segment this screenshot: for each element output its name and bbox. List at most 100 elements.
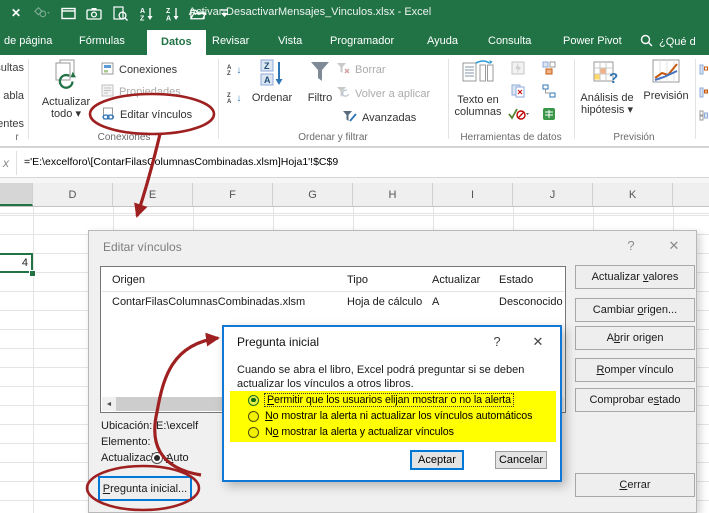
tab-vista[interactable]: Vista <box>278 35 302 47</box>
column-header-selected[interactable] <box>0 183 33 206</box>
camera-icon[interactable] <box>86 5 102 21</box>
tab-ayuda[interactable]: Ayuda <box>427 35 458 47</box>
clipped-label-1: sultas <box>0 62 24 74</box>
link-row-estado[interactable]: Desconocido <box>499 296 563 308</box>
column-header-k[interactable]: K <box>593 183 673 206</box>
reapply-filter-button[interactable]: Volver a aplicar <box>336 86 430 102</box>
filter-button[interactable]: Filtro <box>300 59 340 104</box>
text-to-columns-label-2: columnas <box>454 106 502 118</box>
fill-handle[interactable] <box>29 270 36 277</box>
consolidate-icon[interactable] <box>542 61 556 80</box>
flash-fill-icon[interactable] <box>511 61 525 80</box>
column-header-h[interactable]: H <box>353 183 433 206</box>
excel-window: ✕ AZ ZA Activar-DesactivarMensajes_Vincu… <box>0 0 709 513</box>
close-dialog-button[interactable]: Cerrar <box>575 473 695 497</box>
what-if-analysis-icon: ? <box>578 59 636 90</box>
outline-subtotal-icon[interactable] <box>699 108 708 126</box>
startup-prompt-button[interactable]: Pregunta inicial... <box>98 476 192 501</box>
svg-text:Z: Z <box>140 15 145 21</box>
shapes-icon[interactable] <box>34 5 50 21</box>
check-status-button[interactable]: Comprobar estado <box>575 388 695 412</box>
sort-za-button[interactable]: Z A ↓ <box>227 91 241 107</box>
reapply-filter-icon <box>336 86 350 102</box>
tab-consulta[interactable]: Consulta <box>488 35 531 47</box>
edit-links-icon <box>101 107 115 124</box>
edit-links-title: Editar vínculos <box>103 240 182 254</box>
option-let-users-choose[interactable]: Permitir que los usuarios elijan mostrar… <box>248 393 514 407</box>
what-if-button[interactable]: ? Análisis de hipótesis ▾ <box>578 59 636 116</box>
outline-group-icon[interactable] <box>699 62 708 80</box>
sort-icon: Z A <box>248 59 296 90</box>
outline-ungroup-icon[interactable] <box>699 85 708 103</box>
advanced-filter-icon <box>342 110 357 126</box>
radio-icon[interactable] <box>248 410 259 422</box>
fx-icon: x <box>3 156 9 170</box>
properties-button[interactable]: Propiedades <box>101 84 181 100</box>
link-row-actualizar[interactable]: A <box>432 296 439 308</box>
column-header-partial[interactable] <box>673 183 709 206</box>
break-link-button[interactable]: Romper vínculo <box>575 358 695 382</box>
auto-update-label: Auto <box>166 452 189 464</box>
sort-button[interactable]: Z A Ordenar <box>248 59 296 104</box>
forecast-sheet-button[interactable]: Previsión <box>640 59 692 102</box>
location-label: Ubicación: <box>101 420 153 432</box>
tab-power-pivot[interactable]: Power Pivot <box>563 35 622 47</box>
column-header-j[interactable]: J <box>513 183 593 206</box>
close-icon[interactable]: ✕ <box>8 5 24 21</box>
column-header-f[interactable]: F <box>193 183 273 206</box>
filter-label: Filtro <box>307 92 333 104</box>
tell-me-search[interactable]: ¿Qué d <box>640 34 696 50</box>
formula-input[interactable]: ='E:\excelforo\[ContarFilasColumnasCombi… <box>24 156 338 168</box>
new-window-icon[interactable] <box>60 5 76 21</box>
advanced-filter-button[interactable]: Avanzadas <box>342 110 416 126</box>
radio-selected-icon[interactable] <box>248 394 259 406</box>
sort-az-button[interactable]: A Z ↓ <box>227 63 241 79</box>
tab-formulas[interactable]: Fórmulas <box>79 35 125 47</box>
refresh-all-button[interactable]: Actualizar todo ▾ <box>36 59 96 120</box>
remove-duplicates-icon[interactable] <box>511 84 525 103</box>
close-icon[interactable]: ✕ <box>529 334 547 350</box>
text-to-columns-label-1: Texto en <box>457 94 499 106</box>
data-model-icon[interactable] <box>542 107 556 126</box>
update-values-button[interactable]: Actualizar valores <box>575 265 695 289</box>
data-validation-icon[interactable] <box>507 107 529 126</box>
ok-button[interactable]: Aceptar <box>410 450 464 470</box>
column-header-d[interactable]: D <box>33 183 113 206</box>
option-no-alert-update[interactable]: No mostrar la alerta y actualizar víncul… <box>248 426 454 438</box>
scroll-left-icon[interactable]: ◄ <box>102 397 116 411</box>
radio-icon[interactable] <box>248 426 259 438</box>
cancel-button[interactable]: Cancelar <box>495 451 547 469</box>
formula-bar[interactable]: x ='E:\excelforo\[ContarFilasColumnasCom… <box>0 147 709 178</box>
search-icon <box>640 34 653 50</box>
change-source-button[interactable]: Cambiar origen... <box>575 298 695 322</box>
close-icon[interactable]: ✕ <box>665 238 683 254</box>
tab-diseno-de-pagina[interactable]: de página <box>4 35 52 47</box>
what-if-label-1: Análisis de <box>580 92 634 104</box>
link-row-origen[interactable]: ContarFilasColumnasCombinadas.xlsm <box>112 296 305 308</box>
clear-filter-icon <box>336 62 350 78</box>
clear-filter-button[interactable]: Borrar <box>336 62 386 78</box>
print-preview-icon[interactable] <box>112 5 128 21</box>
text-to-columns-button[interactable]: Texto en columnas <box>452 59 504 118</box>
option-no-alert-no-update[interactable]: No mostrar la alerta ni actualizar los v… <box>248 410 532 422</box>
svg-text:Z: Z <box>166 8 171 15</box>
column-header-e[interactable]: E <box>113 183 193 206</box>
auto-update-radio[interactable] <box>151 452 163 464</box>
startup-prompt-dialog: Pregunta inicial ? ✕ Cuando se abra el l… <box>222 325 562 482</box>
link-row-tipo[interactable]: Hoja de cálculo <box>347 296 422 308</box>
column-header-g[interactable]: G <box>273 183 353 206</box>
forecast-icon <box>640 59 692 88</box>
tab-datos[interactable]: Datos <box>147 30 206 55</box>
tab-revisar[interactable]: Revisar <box>212 35 249 47</box>
sort-asc-icon[interactable]: AZ <box>138 5 154 21</box>
help-icon[interactable]: ? <box>488 334 506 349</box>
help-icon[interactable]: ? <box>622 238 640 253</box>
edit-links-title-bar[interactable]: Editar vínculos ? ✕ <box>89 231 696 261</box>
column-header-i[interactable]: I <box>433 183 513 206</box>
edit-links-button[interactable]: Editar vínculos <box>101 107 192 123</box>
sort-desc-icon[interactable]: ZA <box>164 5 180 21</box>
tab-programador[interactable]: Programador <box>330 35 394 47</box>
open-source-button[interactable]: Abrir origen <box>575 326 695 350</box>
connections-button[interactable]: Conexiones <box>101 62 177 78</box>
relationships-icon[interactable] <box>542 84 556 103</box>
